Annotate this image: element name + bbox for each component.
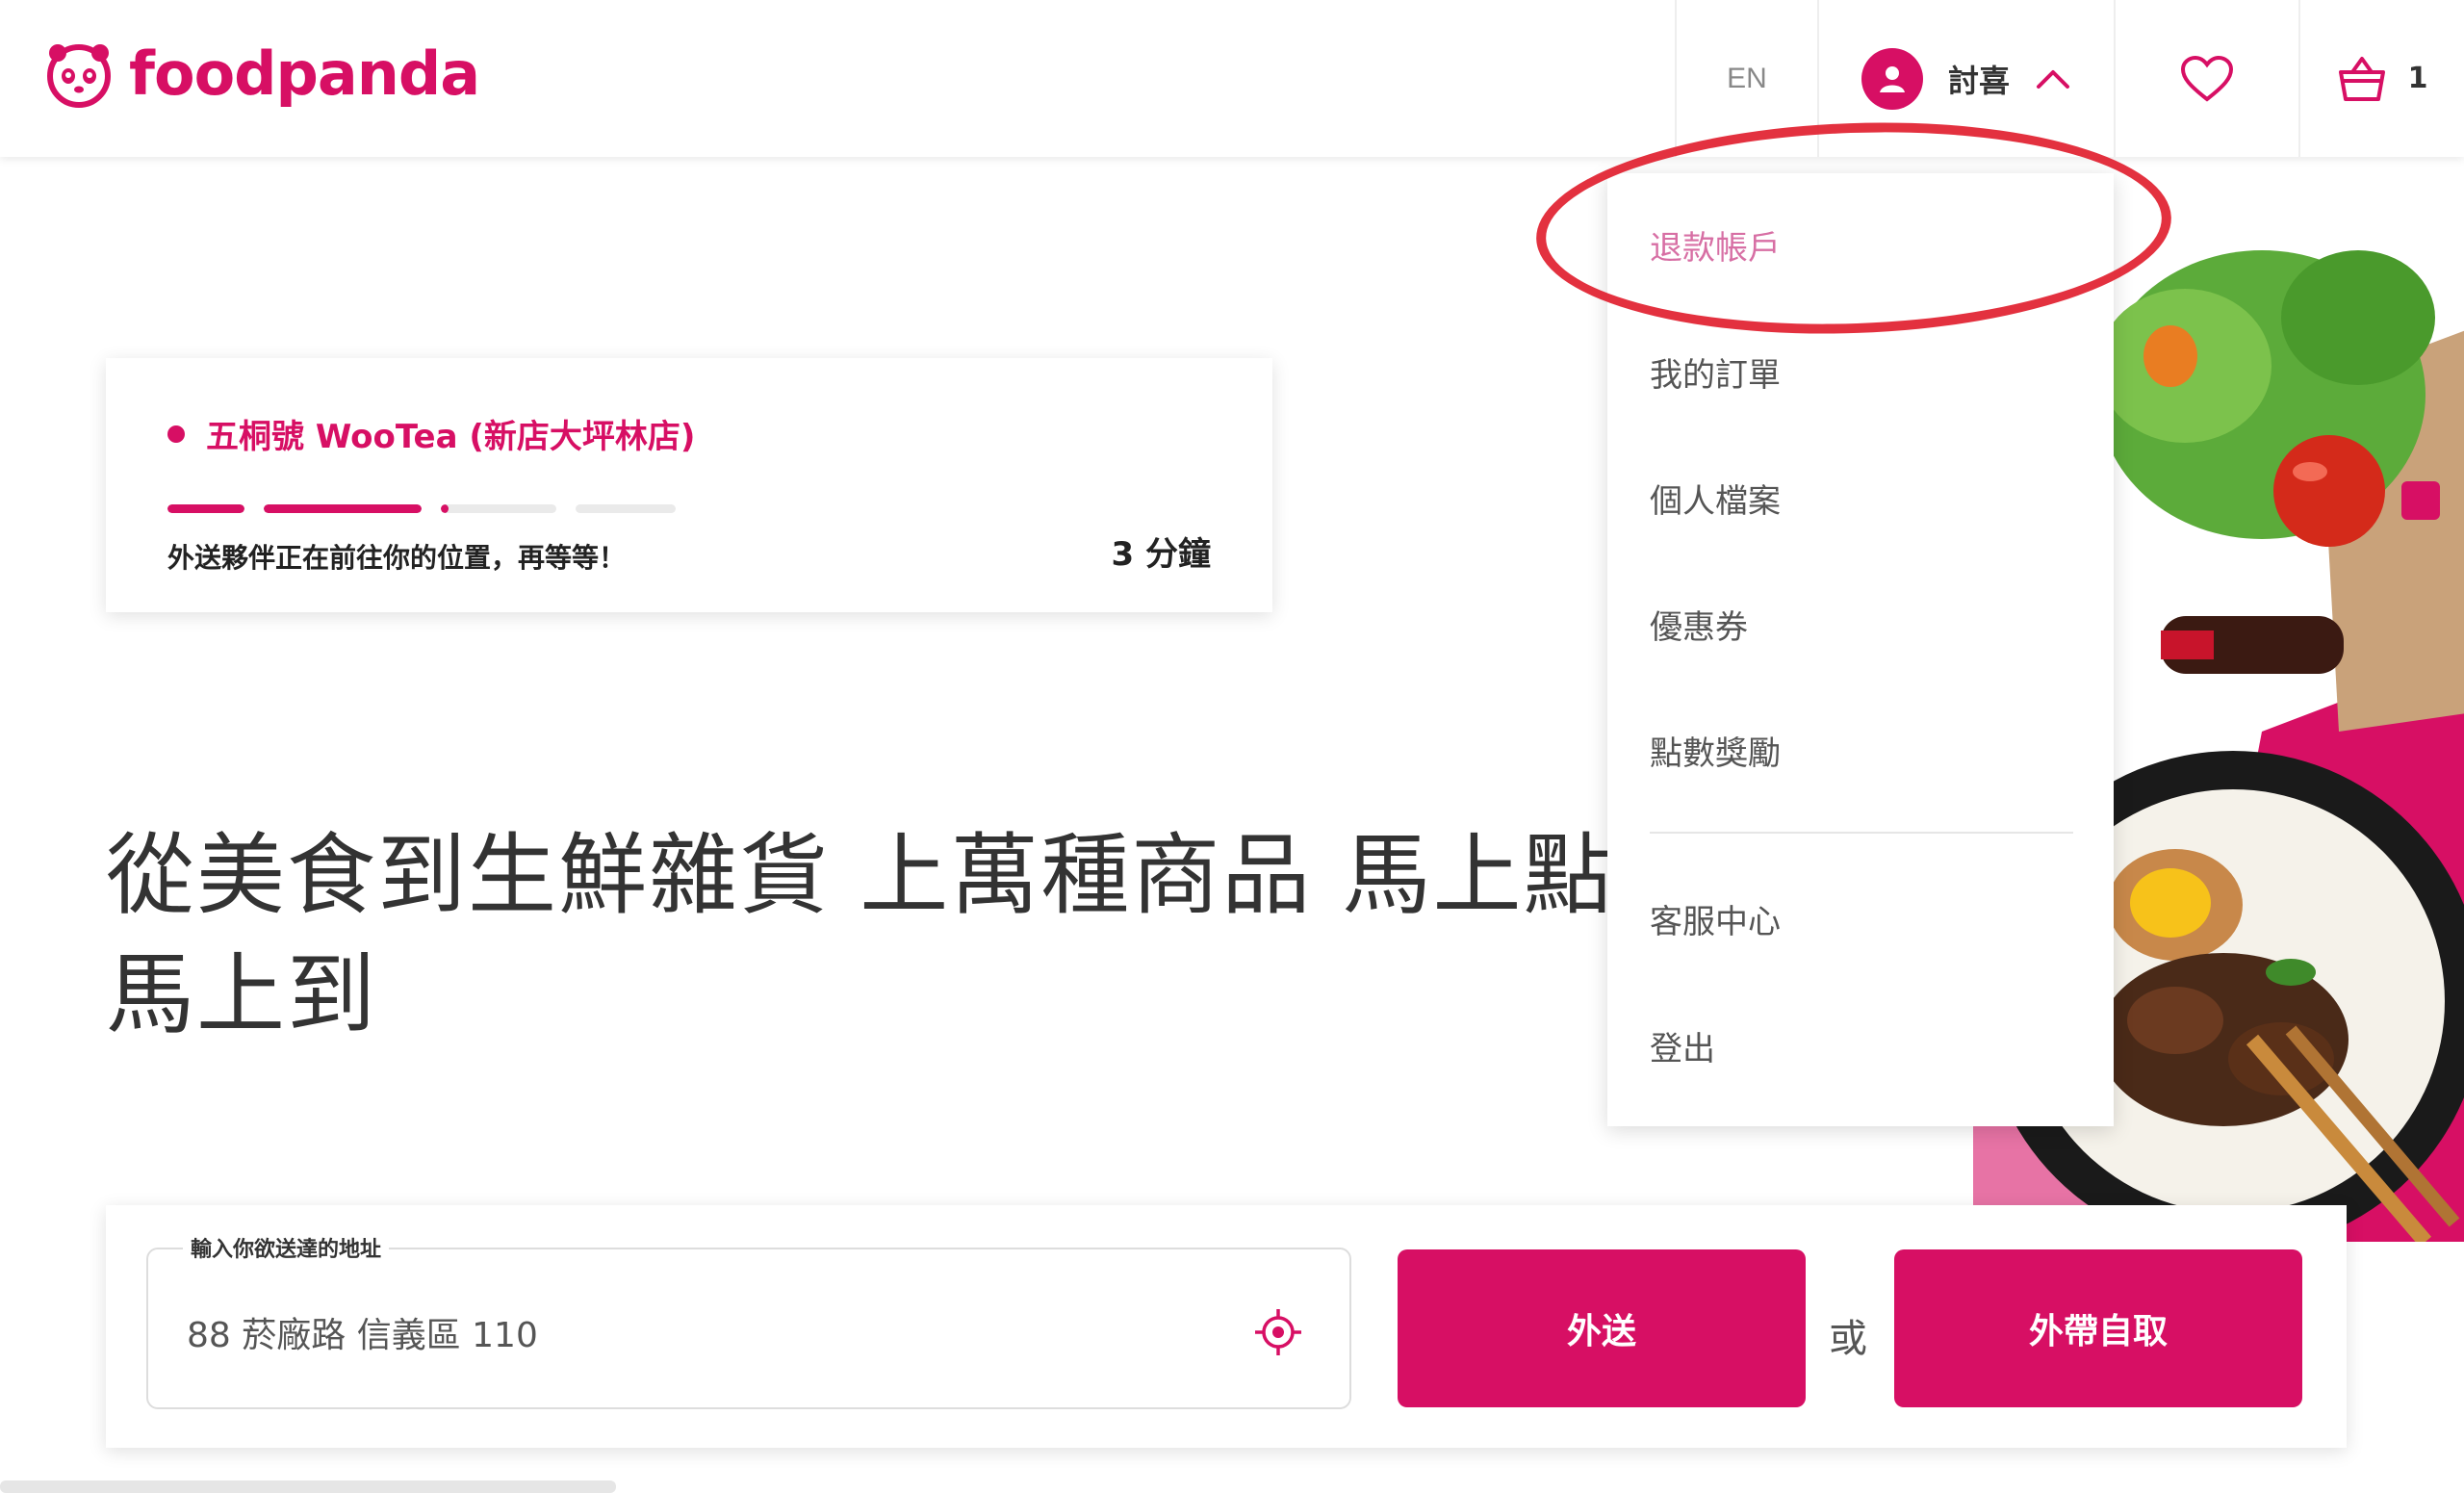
restaurant-name: 五桐號 WooTea (新店大坪林店) bbox=[206, 418, 696, 456]
progress-step bbox=[167, 504, 244, 513]
address-input[interactable] bbox=[187, 1303, 1226, 1361]
delivery-button[interactable]: 外送 bbox=[1398, 1249, 1806, 1407]
menu-divider bbox=[1650, 832, 2073, 834]
order-status-card[interactable]: 五桐號 WooTea (新店大坪林店) 外送夥伴正在前往你的位置，再等等！ 3 … bbox=[106, 358, 1272, 612]
horizontal-scrollbar[interactable] bbox=[0, 1480, 616, 1493]
progress-step bbox=[264, 504, 422, 513]
favorites-button[interactable] bbox=[2114, 0, 2298, 157]
menu-item-profile[interactable]: 個人檔案 bbox=[1650, 475, 1781, 522]
chevron-up-icon bbox=[2037, 69, 2069, 89]
menu-item-rewards[interactable]: 點數獎勵 bbox=[1650, 727, 1781, 774]
progress-step bbox=[441, 504, 556, 513]
locate-me-icon[interactable] bbox=[1253, 1307, 1303, 1357]
pickup-button[interactable]: 外帶自取 bbox=[1894, 1249, 2302, 1407]
cart-button[interactable]: 1 bbox=[2298, 0, 2464, 157]
order-message: 外送夥伴正在前往你的位置，再等等！ bbox=[167, 542, 627, 574]
user-avatar-icon bbox=[1861, 47, 1923, 110]
order-progress bbox=[167, 504, 676, 513]
page: foodpanda EN 討喜 1 五桐號 WooTea (新店大坪林店) 外送… bbox=[0, 0, 2464, 1493]
address-field[interactable]: 輸入你欲送達的地址 bbox=[146, 1232, 1351, 1409]
hero-headline: 從美食到生鮮雜貨 上萬種商品 馬上點馬上到 bbox=[106, 824, 1614, 1046]
panda-logo-icon bbox=[47, 43, 111, 108]
user-name: 討喜 bbox=[1947, 62, 2010, 99]
foodpanda-logo[interactable]: foodpanda bbox=[44, 39, 480, 109]
order-title: 五桐號 WooTea (新店大坪林店) bbox=[167, 410, 695, 457]
menu-item-my-orders[interactable]: 我的訂單 bbox=[1650, 348, 1781, 396]
or-separator: 或 bbox=[1829, 1317, 1867, 1361]
address-search-panel: 輸入你欲送達的地址 外送 或 外帶自取 bbox=[106, 1205, 2347, 1448]
status-dot bbox=[167, 425, 185, 443]
basket-icon bbox=[2338, 56, 2385, 101]
menu-item-vouchers[interactable]: 優惠券 bbox=[1650, 601, 1748, 648]
menu-item-logout[interactable]: 登出 bbox=[1650, 1022, 1715, 1069]
menu-item-help-center[interactable]: 客服中心 bbox=[1650, 895, 1781, 942]
heart-icon bbox=[2180, 55, 2234, 102]
progress-step bbox=[576, 504, 676, 513]
top-header: foodpanda EN 討喜 1 bbox=[0, 0, 2464, 157]
cart-count: 1 bbox=[2407, 62, 2428, 95]
brand-name: foodpanda bbox=[129, 39, 480, 109]
address-label: 輸入你欲送達的地址 bbox=[183, 1232, 390, 1263]
order-eta: 3 分鐘 bbox=[1111, 535, 1212, 574]
